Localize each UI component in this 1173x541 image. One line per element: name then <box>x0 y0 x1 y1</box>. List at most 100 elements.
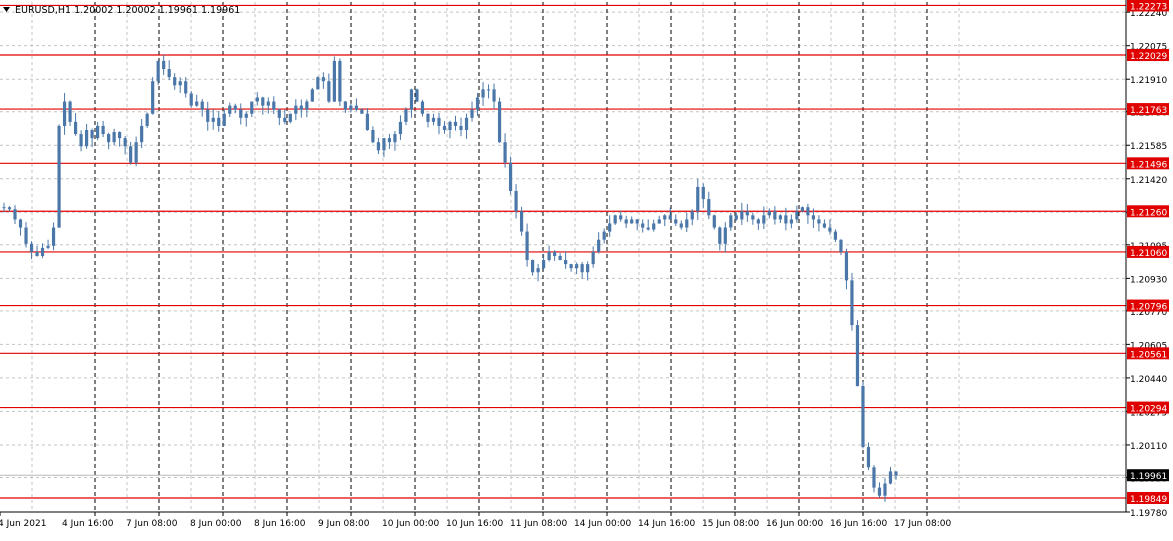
candle-body <box>586 264 590 273</box>
candle-body <box>51 227 56 246</box>
candle-body <box>789 219 793 224</box>
time-tick-label: 16 Jun 16:00 <box>830 519 887 529</box>
candle-body <box>360 109 364 114</box>
chart-header: EURUSD,H1 1.20002 1.20002 1.19961 1.1996… <box>3 5 240 16</box>
candle-body <box>602 231 606 240</box>
candle-body <box>68 101 72 122</box>
candle-body <box>839 239 843 252</box>
price-tick-label: 1.21910 <box>1130 76 1167 86</box>
candle-body <box>13 209 17 220</box>
candle-body <box>244 113 248 118</box>
candle-body <box>173 77 177 86</box>
candle-body <box>569 264 573 269</box>
candle-body <box>453 121 458 126</box>
candle-body <box>652 223 656 230</box>
level-label: 1.21763 <box>1130 106 1167 116</box>
candle-body <box>178 81 182 86</box>
candle-body <box>217 117 221 126</box>
candle-body <box>514 190 518 212</box>
price-chart[interactable]: 1.222401.220751.219101.217501.215851.214… <box>0 0 1173 537</box>
candle-body <box>393 134 397 143</box>
candle-body <box>718 227 722 244</box>
candle-body <box>481 89 485 98</box>
candle-body <box>288 113 292 122</box>
candle-body <box>530 260 535 273</box>
candle-body <box>272 101 276 110</box>
candle-body <box>448 121 452 131</box>
candle-body <box>316 77 320 90</box>
candle-body <box>184 81 188 94</box>
candle-body <box>129 146 133 163</box>
candle-body <box>850 280 854 326</box>
candle-body <box>140 125 144 143</box>
level-label: 1.19849 <box>1130 495 1167 505</box>
candle-body <box>547 251 551 261</box>
candle-body <box>646 227 650 230</box>
candle-body <box>365 113 370 131</box>
candle-body <box>740 211 744 220</box>
candle-body <box>123 138 127 147</box>
price-tick-label: 1.20440 <box>1130 375 1167 385</box>
candle-body <box>674 219 678 224</box>
candle-body <box>558 255 562 261</box>
candle-body <box>762 215 766 224</box>
candle-body <box>35 251 39 256</box>
candle-body <box>613 215 617 224</box>
candle-body <box>519 211 524 232</box>
candle-body <box>630 219 634 224</box>
candle-body <box>233 105 237 110</box>
candle-body <box>679 223 683 228</box>
candle-body <box>332 60 336 102</box>
candle-body <box>195 101 199 106</box>
candle-body <box>497 101 502 143</box>
time-tick-label: 14 Jun 16:00 <box>638 519 695 529</box>
time-tick-label: 15 Jun 08:00 <box>702 519 759 529</box>
candle-body <box>767 211 771 216</box>
candle-body <box>90 130 94 139</box>
candle-body <box>96 125 100 139</box>
candle-body <box>145 113 149 126</box>
candle-body <box>250 101 254 114</box>
candle-body <box>24 227 28 244</box>
candle-body <box>18 219 23 228</box>
candle-body <box>321 77 325 82</box>
candle-body <box>855 325 860 387</box>
candle-body <box>437 117 441 126</box>
candle-body <box>751 215 755 220</box>
candle-body <box>294 105 298 114</box>
level-label: 1.21060 <box>1130 249 1167 259</box>
candle-body <box>828 227 832 232</box>
candle-body <box>206 109 210 122</box>
time-tick-label: 10 Jun 00:00 <box>382 519 439 529</box>
candle-body <box>800 207 804 212</box>
candle-body <box>580 264 584 273</box>
candle-body <box>409 89 414 110</box>
candle-body <box>784 215 788 224</box>
level-label: 1.21260 <box>1130 208 1167 218</box>
candle-body <box>883 483 887 496</box>
candle-body <box>371 130 375 143</box>
candle-body <box>46 245 50 248</box>
candle-body <box>343 101 347 110</box>
candle-body <box>134 142 138 163</box>
candle-body <box>756 219 760 224</box>
candle-body <box>564 260 568 265</box>
candle-body <box>277 109 281 118</box>
candle-body <box>7 207 12 210</box>
time-tick-label: 17 Jun 08:00 <box>894 519 951 529</box>
candlestick-chart-canvas[interactable]: 1.222401.220751.219101.217501.215851.214… <box>0 0 1173 537</box>
candle-body <box>354 105 358 110</box>
candle-body <box>261 97 265 106</box>
level-label: 1.22029 <box>1130 52 1167 62</box>
candle-body <box>222 113 226 126</box>
current-price-label: 1.19961 <box>1130 472 1167 482</box>
price-tick-label: 1.20930 <box>1130 275 1167 285</box>
candle-body <box>40 247 45 256</box>
candle-body <box>398 121 403 135</box>
candle-body <box>663 215 667 220</box>
candle-body <box>376 142 381 151</box>
candle-body <box>382 138 386 151</box>
time-tick-label: 8 Jun 00:00 <box>190 519 242 529</box>
candle-body <box>239 109 243 118</box>
candle-body <box>597 239 601 252</box>
